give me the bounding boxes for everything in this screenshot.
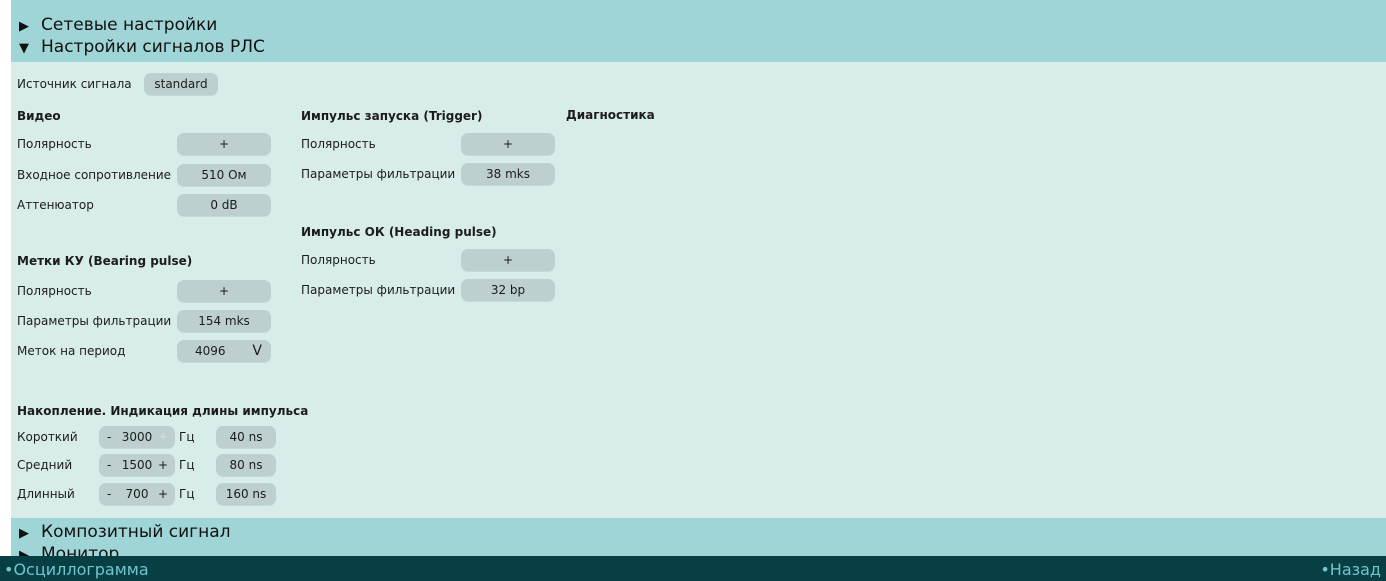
expand-arrow-icon: ▶ — [19, 548, 29, 556]
monitor-label: Монитор — [41, 544, 120, 556]
increment-button[interactable]: + — [158, 454, 168, 476]
video-title: Видео — [17, 109, 61, 123]
radar-settings-toggle[interactable]: ▼ Настройки сигналов РЛС — [19, 36, 265, 58]
composite-signal-label: Композитный сигнал — [41, 522, 231, 542]
heading-title: Импульс ОК (Heading pulse) — [301, 225, 497, 239]
radar-settings-panel: Источник сигнала standard Видео Полярнос… — [11, 62, 1386, 518]
bearing-polarity-label: Полярность — [17, 284, 92, 298]
heading-filter-label: Параметры фильтрации — [301, 283, 456, 297]
bearing-marks-label: Меток на период — [17, 344, 126, 358]
accumulation-title: Накопление. Индикация длины импульса — [17, 404, 309, 418]
trigger-filter-button[interactable]: 38 mks — [461, 163, 555, 185]
trigger-filter-label: Параметры фильтрации — [301, 167, 456, 181]
network-settings-toggle[interactable]: ▶ Сетевые настройки — [19, 14, 217, 36]
medium-pulse-length-button[interactable]: 80 ns — [216, 454, 276, 476]
expand-arrow-icon: ▶ — [19, 19, 29, 34]
video-polarity-label: Полярность — [17, 137, 92, 151]
trigger-polarity-label: Полярность — [301, 137, 376, 151]
settings-frame: ▶ Сетевые настройки ▼ Настройки сигналов Р… — [11, 0, 1386, 556]
top-section-header: ▶ Сетевые настройки ▼ Настройки сигналов Р… — [11, 0, 1386, 62]
signal-source-select[interactable]: standard — [144, 73, 218, 95]
bearing-title: Метки КУ (Bearing pulse) — [17, 254, 193, 268]
bearing-filter-label: Параметры фильтрации — [17, 314, 172, 328]
bearing-filter-button[interactable]: 154 mks — [177, 310, 271, 332]
bearing-polarity-button[interactable]: + — [177, 280, 271, 302]
collapse-arrow-icon: ▼ — [19, 41, 29, 56]
heading-polarity-label: Полярность — [301, 253, 376, 267]
increment-button[interactable]: + — [158, 426, 168, 448]
short-pulse-length-button[interactable]: 40 ns — [216, 426, 276, 448]
long-frequency-unit: Гц — [179, 487, 195, 501]
expand-arrow-icon: ▶ — [19, 526, 29, 541]
short-pulse-label: Короткий — [17, 430, 78, 444]
video-attenuator-button[interactable]: 0 dB — [177, 194, 271, 216]
heading-filter-button[interactable]: 32 bp — [461, 279, 555, 301]
increment-button[interactable]: + — [158, 483, 168, 505]
bearing-marks-value: 4096 — [195, 344, 226, 358]
radar-settings-label: Настройки сигналов РЛС — [41, 37, 265, 57]
oscillogram-link[interactable]: •Осциллограмма — [4, 560, 149, 580]
back-link[interactable]: •Назад — [1320, 560, 1381, 580]
short-frequency-unit: Гц — [179, 430, 195, 444]
trigger-title: Импульс запуска (Trigger) — [301, 109, 483, 123]
bearing-marks-select[interactable]: 4096 V — [177, 340, 271, 362]
trigger-polarity-button[interactable]: + — [461, 133, 555, 155]
video-attenuator-label: Аттенюатор — [17, 198, 94, 212]
diagnostics-title: Диагностика — [566, 108, 655, 122]
monitor-toggle[interactable]: ▶ Монитор — [19, 543, 119, 556]
composite-signal-toggle[interactable]: ▶ Композитный сигнал — [19, 521, 231, 543]
short-frequency-stepper[interactable]: - 3000 + — [99, 426, 175, 448]
network-settings-label: Сетевые настройки — [41, 15, 218, 35]
medium-frequency-stepper[interactable]: - 1500 + — [99, 454, 175, 476]
long-pulse-label: Длинный — [17, 487, 75, 501]
video-impedance-button[interactable]: 510 Ом — [177, 164, 271, 186]
bottom-section-header: ▶ Композитный сигнал ▶ Монитор — [11, 518, 1386, 556]
medium-frequency-unit: Гц — [179, 458, 195, 472]
video-polarity-button[interactable]: + — [177, 133, 271, 155]
dropdown-arrow-icon: V — [252, 343, 262, 359]
medium-pulse-label: Средний — [17, 458, 73, 472]
footer-bar: •Осциллограмма •Назад — [0, 556, 1386, 581]
long-pulse-length-button[interactable]: 160 ns — [216, 483, 276, 505]
long-frequency-stepper[interactable]: - 700 + — [99, 483, 175, 505]
video-impedance-label: Входное сопротивление — [17, 168, 172, 182]
heading-polarity-button[interactable]: + — [461, 249, 555, 271]
signal-source-label: Источник сигнала — [17, 77, 132, 91]
